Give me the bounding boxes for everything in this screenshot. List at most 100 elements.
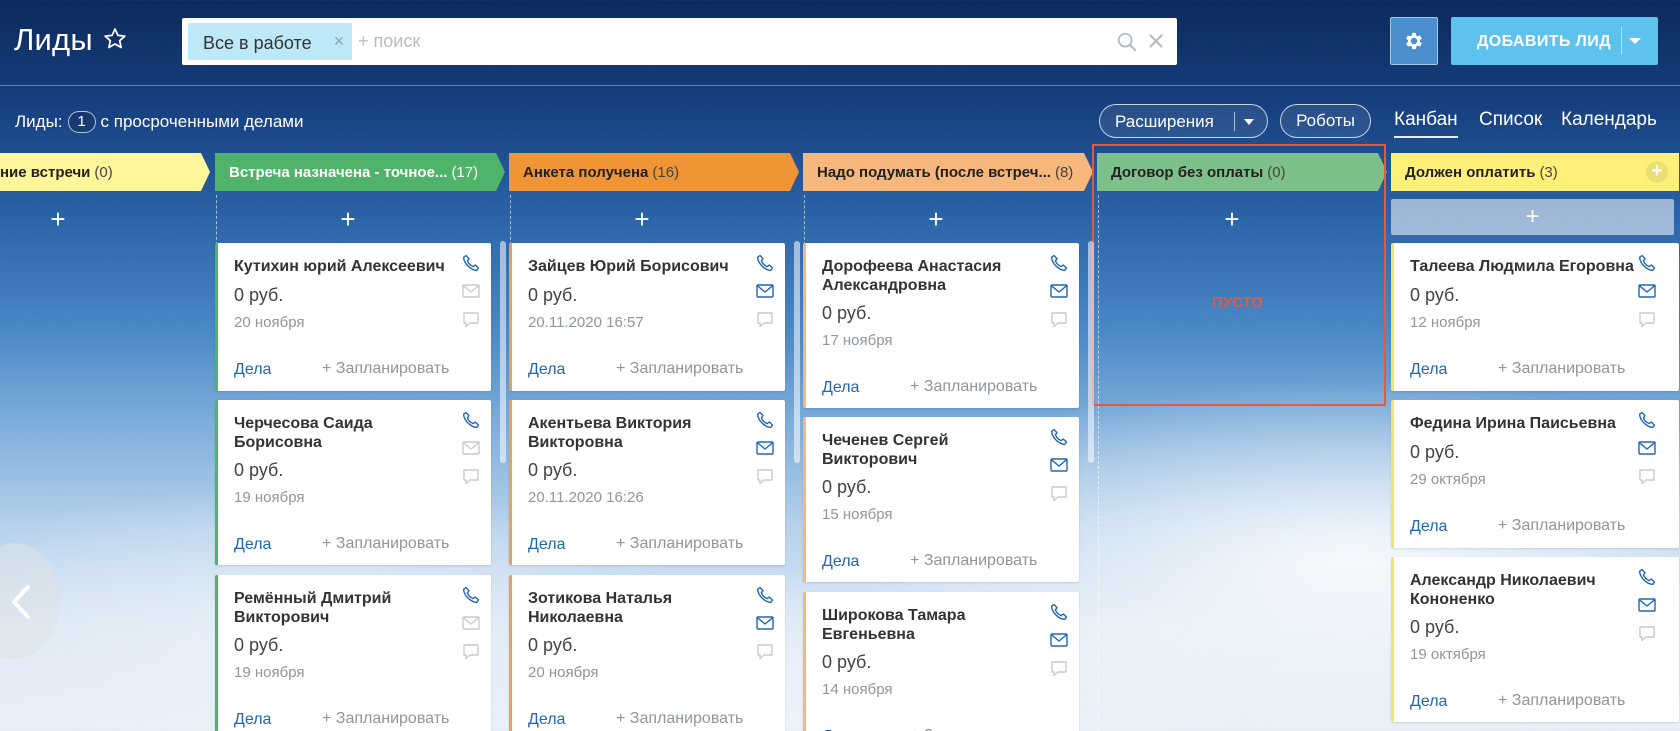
phone-icon[interactable]	[1049, 427, 1069, 447]
chevron-down-icon[interactable]	[1629, 38, 1641, 44]
column-header[interactable]: Должен оплатить (3)	[1391, 153, 1679, 191]
column-header[interactable]: Надо подумать (после встреч... (8)	[803, 153, 1093, 191]
comment-icon[interactable]	[461, 310, 481, 330]
lead-card[interactable]: Талеева Людмила Егоровна 0 руб. 12 ноября Д…	[1391, 243, 1679, 391]
phone-icon[interactable]	[755, 410, 775, 430]
plan-activity-link[interactable]: + Запланировать	[616, 535, 743, 553]
scrollbar[interactable]	[1088, 241, 1094, 463]
plan-activity-link[interactable]: + Запланировать	[1498, 517, 1625, 535]
tasks-link[interactable]: Дела	[528, 361, 565, 379]
lead-name[interactable]: Талеева Людмила Егоровна	[1410, 257, 1635, 276]
tasks-link[interactable]: Дела	[528, 711, 565, 729]
lead-card[interactable]: Дорофеева Анастасия Александровна 0 руб. 1…	[803, 243, 1079, 408]
lead-name[interactable]: Зотикова Наталья Николаевна	[528, 589, 753, 627]
mail-icon[interactable]	[461, 438, 481, 458]
scrollbar[interactable]	[794, 241, 800, 463]
comment-icon[interactable]	[1049, 484, 1069, 504]
add-card-button[interactable]: +	[328, 204, 368, 234]
comment-icon[interactable]	[755, 310, 775, 330]
comment-icon[interactable]	[1637, 310, 1657, 330]
clear-search-icon[interactable]	[1146, 31, 1166, 51]
settings-button[interactable]	[1390, 17, 1438, 65]
phone-icon[interactable]	[1049, 602, 1069, 622]
mail-icon[interactable]	[755, 281, 775, 301]
phone-icon[interactable]	[1049, 253, 1069, 273]
tasks-link[interactable]: Дела	[234, 711, 271, 729]
lead-name[interactable]: Зайцев Юрий Борисович	[528, 257, 753, 276]
lead-name[interactable]: Ремённый Дмитрий Викторович	[234, 589, 459, 627]
lead-name[interactable]: Александр Николаевич Кононенко	[1410, 571, 1635, 609]
phone-icon[interactable]	[461, 253, 481, 273]
comment-icon[interactable]	[461, 467, 481, 487]
comment-icon[interactable]	[1637, 624, 1657, 644]
add-card-button[interactable]: +	[38, 204, 78, 234]
tasks-link[interactable]: Дела	[234, 536, 271, 554]
chevron-left-icon[interactable]	[10, 584, 32, 620]
lead-name[interactable]: Широкова Тамара Евгеньевна	[822, 606, 1047, 644]
tasks-link[interactable]: Дела	[528, 536, 565, 554]
tab-list[interactable]: Список	[1479, 109, 1542, 131]
lead-card[interactable]: Чеченев Сергей Викторович 0 руб. 15 ноября…	[803, 417, 1079, 582]
plan-activity-link[interactable]: + Запланировать	[616, 710, 743, 728]
tasks-link[interactable]: Дела	[1410, 518, 1447, 536]
plan-activity-link[interactable]: + Запланировать	[910, 378, 1037, 396]
lead-name[interactable]: Дорофеева Анастасия Александровна	[822, 257, 1047, 295]
scrollbar[interactable]	[500, 241, 506, 463]
lead-name[interactable]: Кутихин юрий Алексеевич	[234, 257, 459, 276]
column-header[interactable]: Встреча назначена - точное... (17)	[215, 153, 505, 191]
plan-activity-link[interactable]: + Запланировать	[616, 360, 743, 378]
lead-card[interactable]: Зотикова Наталья Николаевна 0 руб. 20 нояб…	[509, 575, 785, 731]
close-icon[interactable]: ×	[332, 32, 346, 50]
search-input[interactable]	[358, 28, 1058, 54]
mail-icon[interactable]	[1637, 595, 1657, 615]
star-icon[interactable]	[102, 26, 128, 52]
column-header[interactable]: ние встречи (0)	[0, 153, 210, 191]
tasks-link[interactable]: Дела	[822, 553, 859, 571]
lead-name[interactable]: Черчесова Саида Борисовна	[234, 414, 459, 452]
lead-name[interactable]: Акентьева Виктория Викторовна	[528, 414, 753, 452]
comment-icon[interactable]	[1637, 467, 1657, 487]
search-icon[interactable]	[1116, 31, 1138, 53]
mail-icon[interactable]	[461, 613, 481, 633]
add-column-button[interactable]: +	[1646, 161, 1668, 183]
tab-kanban[interactable]: Канбан	[1394, 109, 1458, 138]
lead-card[interactable]: Федина Ирина Паисьевна 0 руб. 29 октября Де…	[1391, 400, 1679, 548]
plan-activity-link[interactable]: + Запланировать	[322, 710, 449, 728]
phone-icon[interactable]	[755, 253, 775, 273]
plan-activity-link[interactable]: + Запланировать	[910, 727, 1037, 731]
tasks-link[interactable]: Дела	[822, 379, 859, 397]
plan-activity-link[interactable]: + Запланировать	[322, 535, 449, 553]
mail-icon[interactable]	[1637, 438, 1657, 458]
lead-card[interactable]: Кутихин юрий Алексеевич 0 руб. 20 ноября Де…	[215, 243, 491, 391]
plan-activity-link[interactable]: + Запланировать	[910, 552, 1037, 570]
lead-card[interactable]: Акентьева Виктория Викторовна 0 руб. 20.11…	[509, 400, 785, 565]
plan-activity-link[interactable]: + Запланировать	[322, 360, 449, 378]
tasks-link[interactable]: Дела	[1410, 693, 1447, 711]
phone-icon[interactable]	[1637, 567, 1657, 587]
mail-icon[interactable]	[755, 613, 775, 633]
add-lead-button[interactable]: ДОБАВИТЬ ЛИД	[1451, 17, 1658, 65]
lead-card[interactable]: Черчесова Саида Борисовна 0 руб. 19 ноября…	[215, 400, 491, 565]
robots-button[interactable]: Роботы	[1280, 104, 1371, 138]
add-card-button[interactable]: +	[622, 204, 662, 234]
lead-name[interactable]: Чеченев Сергей Викторович	[822, 431, 1047, 469]
column-header[interactable]: Анкета получена (16)	[509, 153, 799, 191]
filter-chip[interactable]: Все в работе ×	[188, 23, 352, 60]
lead-card[interactable]: Александр Николаевич Кононенко 0 руб. 19 о…	[1391, 557, 1679, 722]
comment-icon[interactable]	[755, 642, 775, 662]
extensions-button[interactable]: Расширения	[1099, 104, 1268, 138]
mail-icon[interactable]	[1049, 281, 1069, 301]
add-card-button[interactable]: +	[916, 204, 956, 234]
comment-icon[interactable]	[1049, 659, 1069, 679]
phone-icon[interactable]	[1637, 253, 1657, 273]
lead-card[interactable]: Широкова Тамара Евгеньевна 0 руб. 14 ноябр…	[803, 592, 1079, 731]
comment-icon[interactable]	[755, 467, 775, 487]
lead-card[interactable]: Зайцев Юрий Борисович 0 руб. 20.11.2020 16…	[509, 243, 785, 391]
plan-activity-link[interactable]: + Запланировать	[1498, 692, 1625, 710]
overdue-count-badge[interactable]: 1	[67, 111, 96, 133]
mail-icon[interactable]	[1637, 281, 1657, 301]
tasks-link[interactable]: Дела	[1410, 361, 1447, 379]
lead-card[interactable]: Ремённый Дмитрий Викторович 0 руб. 19 нояб…	[215, 575, 491, 731]
phone-icon[interactable]	[1637, 410, 1657, 430]
mail-icon[interactable]	[1049, 630, 1069, 650]
